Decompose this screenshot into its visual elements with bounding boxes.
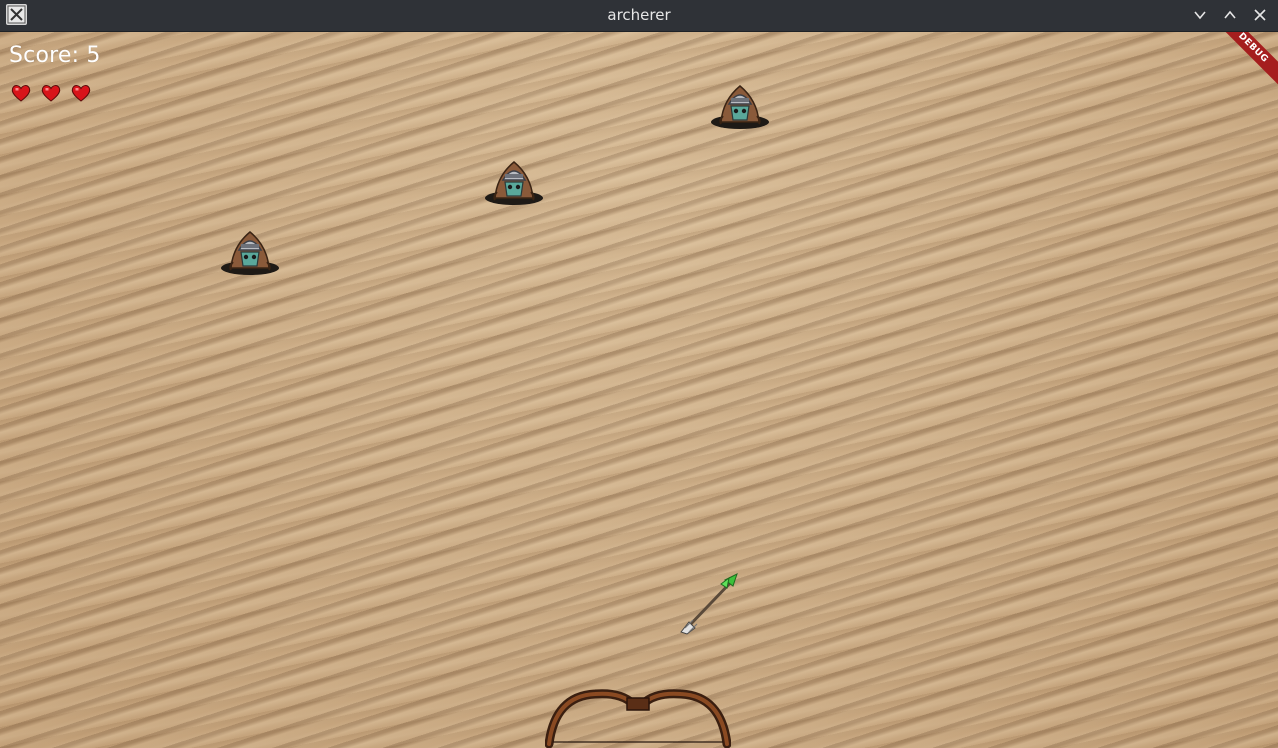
- maximize-button[interactable]: [1220, 6, 1240, 24]
- game-canvas[interactable]: Score: 5 DEBUG: [0, 32, 1278, 748]
- enemy-sprite[interactable]: [709, 80, 771, 130]
- player-bow[interactable]: [545, 686, 731, 748]
- arrow-projectile: [675, 572, 745, 636]
- score-label: Score: 5: [9, 43, 101, 68]
- debug-banner: DEBUG: [1208, 32, 1278, 93]
- chevron-up-icon: [1224, 10, 1236, 19]
- close-icon: [1254, 9, 1266, 21]
- window-title: archerer: [607, 6, 671, 24]
- minimize-button[interactable]: [1190, 6, 1210, 24]
- enemy-sprite[interactable]: [483, 156, 545, 206]
- chevron-down-icon: [1194, 11, 1206, 20]
- heart-icon: [70, 82, 92, 104]
- heart-icon: [10, 82, 32, 104]
- heart-icon: [40, 82, 62, 104]
- close-button[interactable]: [1250, 6, 1270, 24]
- lives-indicator: [10, 82, 92, 104]
- enemy-sprite[interactable]: [219, 226, 281, 276]
- window-titlebar: archerer: [0, 0, 1278, 32]
